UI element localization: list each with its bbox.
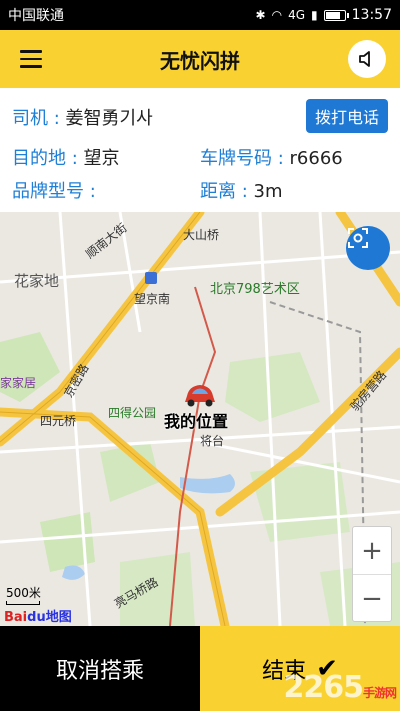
driver-row: 司机 : 姜智勇기사	[12, 104, 153, 130]
wifi-icon: ◠	[271, 8, 283, 22]
watermark: 2265手游网	[283, 670, 397, 705]
zoom-controls: + −	[352, 526, 392, 622]
driver-value: 姜智勇기사	[65, 108, 153, 129]
distance-value: 3m	[253, 181, 283, 202]
end-ride-button[interactable]: 结束 ✔ 2265手游网	[200, 626, 400, 711]
zoom-out-button[interactable]: −	[353, 575, 391, 622]
hamburger-menu-icon[interactable]	[20, 50, 42, 68]
signal-icon: ▮	[311, 8, 318, 22]
app-screen: 中国联通 ✱ ◠ 4G ▮ 13:57 无忧闪拼 司机 : 姜智勇기사 拨打电话…	[0, 0, 400, 711]
car-marker-icon	[185, 385, 215, 407]
cancel-ride-button[interactable]: 取消搭乘	[0, 626, 200, 711]
status-bar: 中国联通 ✱ ◠ 4G ▮ 13:57	[0, 0, 400, 30]
map-label-siyuanqiao: 四元桥	[40, 414, 77, 428]
driver-label: 司机 :	[12, 108, 66, 129]
battery-icon	[323, 9, 349, 21]
status-icons: ✱ ◠ 4G ▮ 13:57	[256, 7, 392, 23]
map-label-jiangtai: 将台	[200, 434, 225, 448]
map-label-sidegongyuan: 四得公园	[108, 406, 157, 420]
network-type: 4G	[288, 8, 306, 22]
destination-label: 目的地 :	[12, 148, 84, 169]
map-label-huajiadi: 花家地	[14, 272, 60, 290]
plate-label: 车牌号码 :	[200, 148, 290, 169]
map-label-jiaju: 家家居	[0, 376, 37, 390]
page-title: 无忧闪拼	[160, 48, 240, 73]
bluetooth-icon: ✱	[255, 8, 266, 22]
map-scale-bar	[6, 601, 40, 605]
carrier-name: 中国联通	[8, 8, 64, 24]
map-label-dashanzi: 大山桥	[183, 228, 220, 242]
map-scale-label: 500米	[6, 586, 41, 600]
app-header: 无忧闪拼	[0, 30, 400, 88]
plate-row: 车牌号码 : r6666	[200, 144, 343, 170]
distance-row: 距离 : 3m	[200, 177, 283, 203]
car-icon[interactable]	[181, 380, 219, 410]
speaker-button[interactable]	[348, 40, 386, 78]
locate-scan-icon	[348, 228, 368, 248]
destination-row: 目的地 : 望京	[12, 144, 120, 170]
trip-info-panel: 司机 : 姜智勇기사 拨打电话 目的地 : 望京 车牌号码 : r6666 品牌…	[0, 88, 400, 212]
map-label-wangjingnan: 望京南	[134, 292, 171, 306]
zoom-in-button[interactable]: +	[353, 527, 391, 574]
locate-button[interactable]	[346, 226, 390, 270]
brand-row: 品牌型号 :	[12, 177, 96, 203]
speaker-icon	[359, 51, 370, 67]
my-position-label: 我的位置	[164, 412, 229, 431]
call-driver-button[interactable]: 拨打电话	[306, 99, 388, 133]
bottom-action-bar: 取消搭乘 结束 ✔ 2265手游网	[0, 626, 400, 711]
distance-label: 距离 :	[200, 181, 254, 202]
map-label-798: 北京798艺术区	[210, 282, 300, 297]
destination-value: 望京	[83, 148, 120, 169]
brand-label: 品牌型号 :	[12, 181, 96, 202]
plate-value: r6666	[289, 148, 343, 169]
map-view[interactable]: 大山桥 花家地 望京南 北京798艺术区 家家居 四元桥 四得公园 将台 京密路…	[0, 212, 400, 626]
baidu-logo: Baidu地图	[4, 610, 72, 625]
clock: 13:57	[351, 7, 392, 23]
